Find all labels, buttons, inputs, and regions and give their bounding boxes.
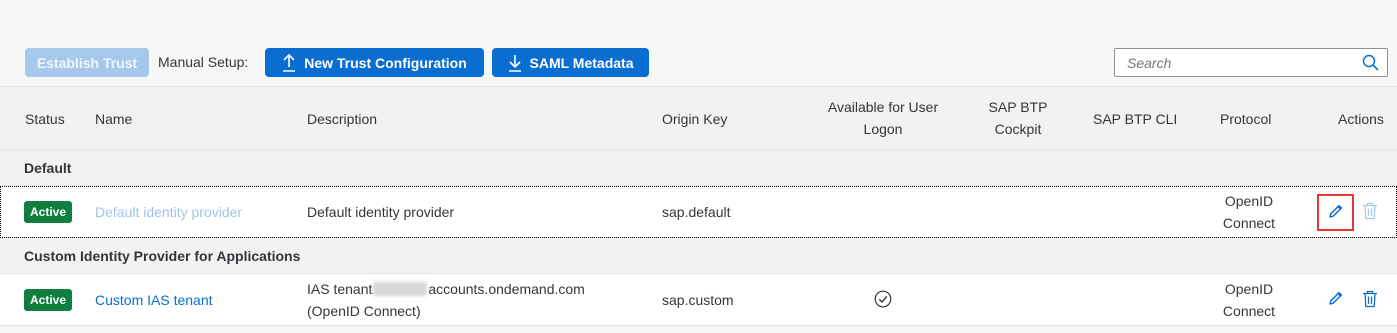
column-status: Status [25,111,65,127]
pencil-icon [1327,290,1344,310]
protocol-text: OpenID Connect [1222,193,1276,231]
manual-setup-label: Manual Setup: [158,54,249,70]
pencil-icon [1327,203,1344,223]
establish-trust-button[interactable]: Establish Trust [25,48,149,77]
status-badge: Active [24,289,73,311]
new-trust-configuration-label: New Trust Configuration [304,54,467,71]
search-field [1114,48,1388,77]
table-row[interactable]: Active Custom IAS tenant IAS tenant accou… [0,274,1397,326]
column-protocol: Protocol [1220,111,1272,127]
table-header: Status Name Description Origin Key Avail… [0,86,1397,150]
provider-name-link[interactable]: Default identity provider [95,201,242,223]
table-row[interactable]: Active Default identity provider Default… [0,186,1397,238]
description-text: IAS tenant accounts.ondemand.com (OpenID … [307,281,585,319]
column-name: Name [95,111,133,127]
delete-button[interactable] [1360,202,1380,222]
redacted-tenant-name [373,282,428,296]
column-available-for-user-logon: Available for User Logon [827,99,939,137]
origin-key-text: sap.custom [662,292,734,308]
saml-metadata-label: SAML Metadata [529,54,634,71]
column-description: Description [307,111,378,127]
edit-button-highlighted[interactable] [1317,194,1354,231]
search-icon[interactable] [1362,54,1379,74]
column-actions: Actions [1338,111,1384,127]
check-circle-icon [873,289,893,309]
provider-name-link[interactable]: Custom IAS tenant [95,289,213,311]
trash-icon [1362,202,1378,223]
description-text: Default identity provider [307,204,455,220]
column-sap-btp-cockpit: SAP BTP Cockpit [988,99,1048,137]
edit-button[interactable] [1325,290,1345,310]
trash-icon [1362,290,1378,311]
group-label: Default [24,160,72,176]
protocol-text: OpenID Connect [1222,281,1276,319]
download-icon [508,54,522,72]
status-badge: Active [24,201,73,223]
upload-icon [282,53,296,72]
column-origin-key: Origin Key [662,111,728,127]
new-trust-configuration-button[interactable]: New Trust Configuration [265,48,484,77]
group-header-default: Default [0,150,1397,186]
toolbar: Establish Trust Manual Setup: New Trust … [0,40,1397,86]
saml-metadata-button[interactable]: SAML Metadata [492,48,649,77]
search-input[interactable] [1115,49,1351,76]
group-header-custom-identity-provider: Custom Identity Provider for Application… [0,238,1397,274]
origin-key-text: sap.default [662,204,731,220]
group-label: Custom Identity Provider for Application… [24,248,301,264]
column-sap-btp-cli: SAP BTP CLI [1093,111,1178,127]
delete-button[interactable] [1360,290,1380,310]
